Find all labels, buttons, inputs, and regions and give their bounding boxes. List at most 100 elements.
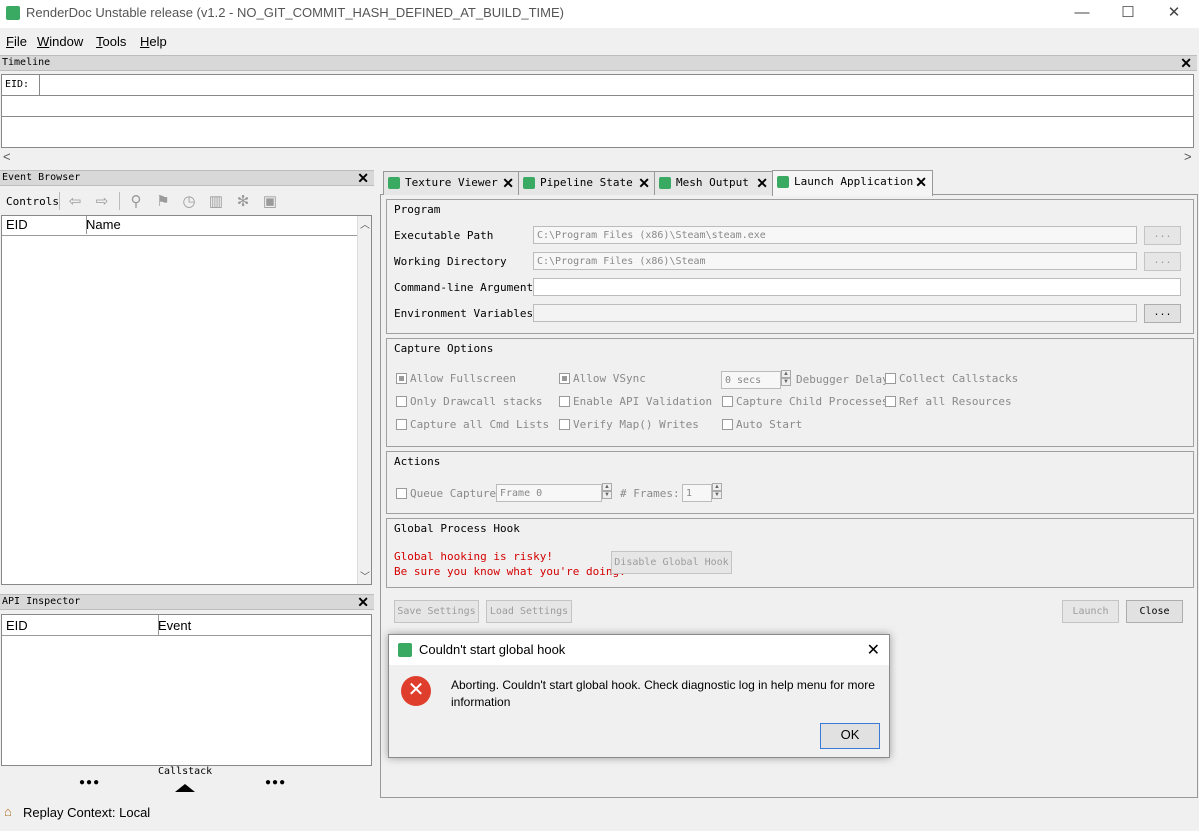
splitter-dots-right-icon[interactable]: ●●● [265, 777, 286, 788]
timeline-eid-label: EID: [5, 79, 30, 90]
spin-up-icon[interactable]: ▲ [602, 483, 612, 491]
checkbox-box [722, 419, 733, 430]
tab-launch-application[interactable]: Launch Application ✕ [772, 170, 933, 196]
auto-start-checkbox[interactable]: Auto Start [722, 418, 802, 431]
api-list-header: EID Event [2, 615, 371, 636]
save-settings-button[interactable]: Save Settings [394, 600, 479, 623]
load-settings-button[interactable]: Load Settings [486, 600, 572, 623]
tab-pipeline-state[interactable]: Pipeline State ✕ [518, 171, 656, 195]
browse-executable-button[interactable]: ... [1144, 226, 1181, 245]
working-directory-input[interactable]: C:\Program Files (x86)\Steam [533, 252, 1137, 270]
tab-close-icon[interactable]: ✕ [915, 171, 927, 193]
event-browser-tree[interactable]: EID Name ︿ ﹀ [1, 215, 372, 585]
event-tree-header: EID Name [2, 216, 357, 236]
queue-capture-checkbox[interactable]: Queue Capture [396, 487, 496, 500]
minimize-button[interactable]: — [1059, 0, 1105, 28]
queue-frame-input[interactable]: Frame 0 [496, 484, 602, 502]
back-arrow-icon[interactable]: ⇦ [66, 193, 84, 211]
tab-mesh-output[interactable]: Mesh Output ✕ [654, 171, 774, 195]
allow-vsync-checkbox[interactable]: Allow VSync [559, 372, 646, 385]
column-event[interactable]: Event [154, 615, 375, 636]
scroll-right-icon[interactable]: > [1184, 149, 1192, 164]
api-inspector-list[interactable]: EID Event [1, 614, 372, 766]
tab-label: Pipeline State [540, 176, 633, 189]
menu-file[interactable]: File [6, 34, 27, 49]
find-binoculars-icon[interactable]: ⚲ [127, 193, 145, 211]
column-eid[interactable]: EID [2, 216, 87, 234]
spin-down-icon[interactable]: ▼ [602, 491, 612, 499]
bookmark-flag-icon[interactable]: ⚑ [154, 193, 172, 211]
time-clock-icon[interactable]: ◷ [180, 193, 198, 211]
api-inspector-close-icon[interactable]: ✕ [357, 594, 369, 611]
disable-global-hook-button[interactable]: Disable Global Hook [611, 551, 732, 574]
verify-map-writes-checkbox[interactable]: Verify Map() Writes [559, 418, 699, 431]
frame-spinner[interactable]: ▲ ▼ [602, 483, 612, 501]
menu-window[interactable]: Window [37, 34, 83, 49]
executable-path-input[interactable]: C:\Program Files (x86)\Steam\steam.exe [533, 226, 1137, 244]
status-bar: ⌂ Replay Context: Local [0, 800, 1199, 826]
ok-button[interactable]: OK [820, 723, 880, 749]
launch-button[interactable]: Launch [1062, 600, 1119, 623]
debugger-delay-spinner[interactable]: ▲ ▼ [781, 370, 791, 388]
settings-gear-icon[interactable]: ✻ [234, 193, 252, 211]
spin-up-icon[interactable]: ▲ [712, 483, 722, 491]
menu-tools[interactable]: Tools [96, 34, 126, 49]
frames-count-spinner[interactable]: ▲ ▼ [712, 483, 722, 501]
capture-child-processes-checkbox[interactable]: Capture Child Processes [722, 395, 888, 408]
timeline-divider [2, 116, 1193, 117]
event-tree-scrollbar[interactable]: ︿ ﹀ [357, 216, 371, 584]
callstack-expand-icon[interactable] [175, 784, 195, 792]
ref-all-resources-checkbox[interactable]: Ref all Resources [885, 395, 1012, 408]
forward-arrow-icon[interactable]: ⇨ [93, 193, 111, 211]
texture-viewer-icon [388, 177, 400, 189]
timeline-area[interactable]: EID: [1, 74, 1194, 148]
edit-environment-button[interactable]: ... [1144, 304, 1181, 323]
tab-close-icon[interactable]: ✕ [502, 172, 514, 194]
spin-down-icon[interactable]: ▼ [781, 378, 791, 386]
environment-variables-input[interactable] [533, 304, 1137, 322]
column-eid[interactable]: EID [2, 615, 159, 636]
event-browser-close-icon[interactable]: ✕ [357, 170, 369, 187]
scroll-left-icon[interactable]: < [3, 149, 11, 164]
timeline-scrollbar[interactable]: < > [1, 149, 1195, 164]
timeline-close-icon[interactable]: ✕ [1180, 55, 1192, 72]
title-bar: RenderDoc Unstable release (v1.2 - NO_GI… [0, 0, 1199, 28]
tab-close-icon[interactable]: ✕ [756, 172, 768, 194]
checkbox-box [396, 419, 407, 430]
renderdoc-logo-icon [6, 6, 20, 20]
command-line-input[interactable] [533, 278, 1181, 296]
allow-fullscreen-checkbox[interactable]: Allow Fullscreen [396, 372, 516, 385]
error-icon: ✕ [401, 676, 431, 706]
splitter-dots-left-icon[interactable]: ●●● [79, 777, 100, 788]
capture-all-cmd-lists-checkbox[interactable]: Capture all Cmd Lists [396, 418, 549, 431]
spin-up-icon[interactable]: ▲ [781, 370, 791, 378]
column-name[interactable]: Name [82, 216, 361, 234]
tab-close-icon[interactable]: ✕ [638, 172, 650, 194]
save-disk-icon[interactable]: ▣ [261, 193, 279, 211]
menu-help[interactable]: Help [140, 34, 167, 49]
only-drawcall-stacks-checkbox[interactable]: Only Drawcall stacks [396, 395, 542, 408]
browse-directory-button[interactable]: ... [1144, 252, 1181, 271]
collect-callstacks-checkbox[interactable]: Collect Callstacks [885, 372, 1018, 385]
replay-context-status[interactable]: Replay Context: Local [23, 805, 150, 820]
dialog-close-icon[interactable]: ✕ [867, 640, 880, 660]
maximize-button[interactable]: ☐ [1105, 0, 1151, 28]
close-button[interactable]: Close [1126, 600, 1183, 623]
debugger-delay-input[interactable]: 0 secs [721, 371, 781, 389]
house-icon: ⌂ [4, 804, 12, 819]
dialog-title: Couldn't start global hook [419, 642, 566, 657]
checkbox-box [885, 373, 896, 384]
tab-texture-viewer[interactable]: Texture Viewer ✕ [383, 171, 520, 195]
window-title: RenderDoc Unstable release (v1.2 - NO_GI… [26, 5, 564, 20]
frames-count-input[interactable]: 1 [682, 484, 712, 502]
scroll-down-icon[interactable]: ﹀ [360, 568, 370, 583]
close-window-button[interactable]: ✕ [1151, 0, 1197, 28]
scroll-up-icon[interactable]: ︿ [360, 216, 370, 231]
spin-down-icon[interactable]: ▼ [712, 491, 722, 499]
stats-chart-icon[interactable]: ▥ [207, 193, 225, 211]
enable-api-validation-checkbox[interactable]: Enable API Validation [559, 395, 712, 408]
controls-label: Controls [6, 195, 59, 208]
checkbox-box [559, 396, 570, 407]
error-dialog: Couldn't start global hook ✕ ✕ Aborting.… [388, 634, 890, 758]
checkbox-box [396, 396, 407, 407]
